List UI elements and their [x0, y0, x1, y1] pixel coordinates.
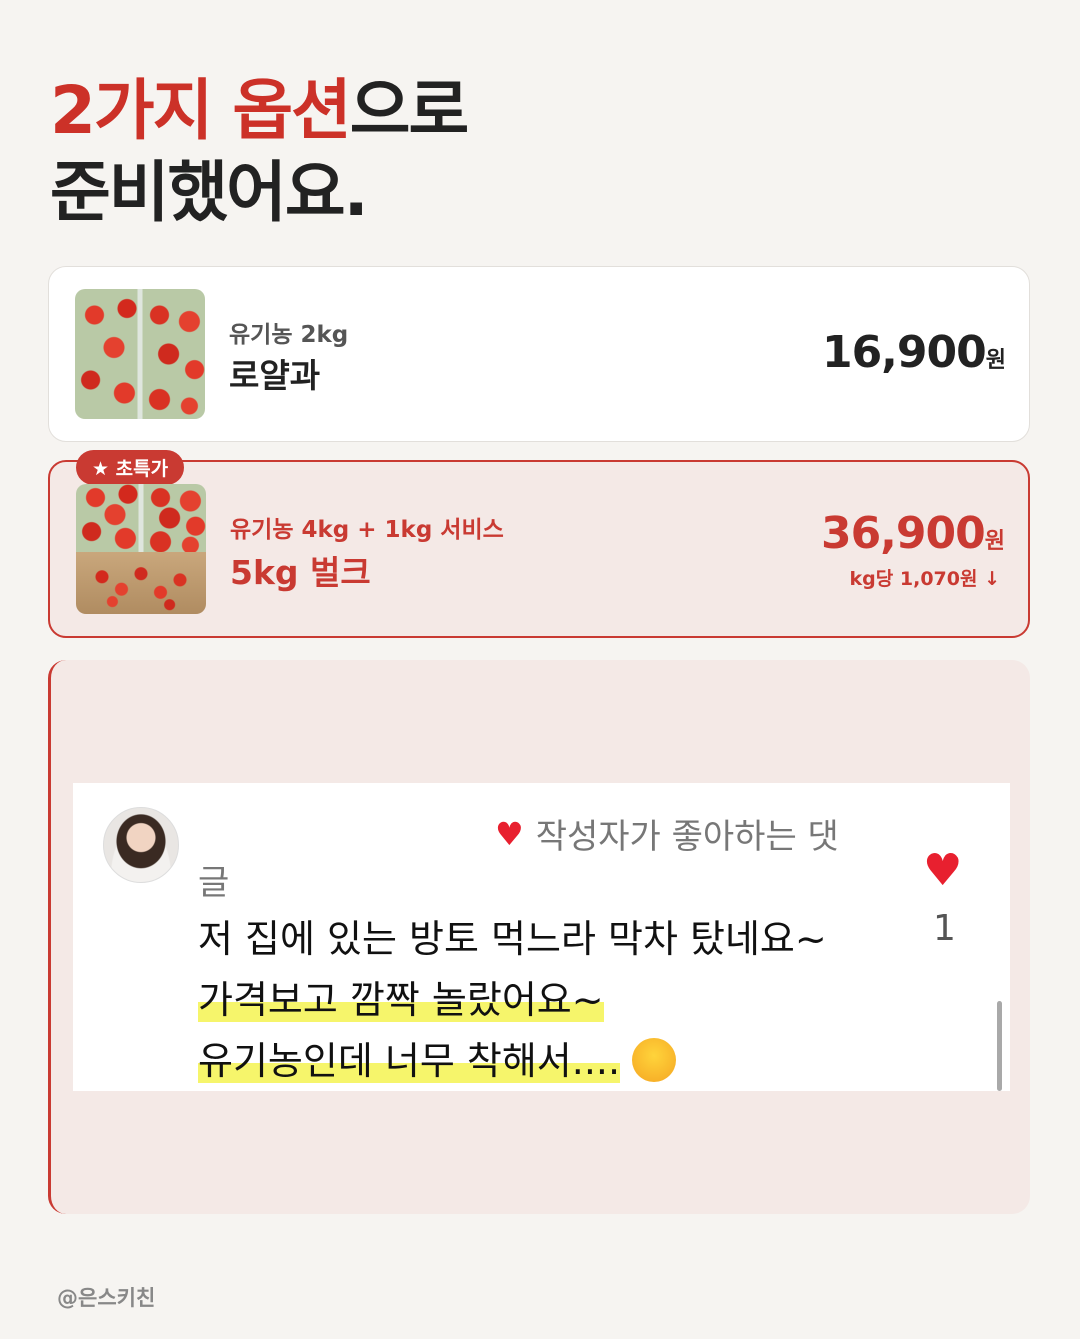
option-card-bulk[interactable]: ★ 초특가 유기농 4kg + 1kg 서비스 5kg 벌크 36,900원 k… — [48, 450, 1030, 638]
comment-line-1: 저 집에 있는 방토 먹느라 막차 탔네요~ — [198, 917, 827, 961]
option-name: 로얄과 — [229, 356, 321, 395]
price-value: 36,900 — [820, 508, 986, 559]
headline-line-1: 2가지 옵션으로 — [50, 70, 469, 152]
scrollbar[interactable] — [997, 1001, 1002, 1091]
price-value: 16,900 — [821, 327, 987, 378]
price-currency: 원 — [985, 348, 1006, 373]
avatar[interactable] — [103, 807, 179, 883]
heart-icon: ♥ — [495, 814, 524, 853]
headline-line-2: 준비했어요. — [50, 154, 369, 231]
comment-line-3: 유기농인데 너무 착해서.... — [198, 1031, 827, 1092]
option-card-royal[interactable]: 유기농 2kg 로얄과 16,900원 — [48, 266, 1030, 442]
heart-eyes-emoji — [632, 1037, 677, 1082]
highlighted-text: 유기농인데 너무 착해서.... — [198, 1039, 621, 1083]
liked-label-text: 작성자가 좋아하는 댓 — [535, 817, 839, 857]
option-sub-label: 유기농 4kg + 1kg 서비스 — [230, 517, 504, 543]
headline-highlight: 2가지 옵션 — [50, 72, 352, 149]
option-name: 5kg 벌크 — [230, 553, 371, 592]
option-price: 16,900원 — [821, 327, 1006, 378]
comment-body: 저 집에 있는 방토 먹느라 막차 탔네요~ 가격보고 깜짝 놀랐어요~ 유기농… — [198, 909, 827, 1092]
special-price-badge: ★ 초특가 — [76, 450, 185, 485]
liked-label-continuation: 글 — [198, 863, 230, 903]
headline-suffix: 으로 — [349, 72, 469, 149]
product-image-bulk — [76, 484, 206, 614]
option-price: 36,900원 — [820, 508, 1005, 559]
headline: 2가지 옵션으로 준비했어요. — [50, 70, 469, 234]
creator-liked-label: ♥ 작성자가 좋아하는 댓 — [495, 809, 839, 858]
footer-handle: @은스키친 — [57, 1286, 156, 1310]
like-heart-icon[interactable]: ♥ — [923, 845, 962, 896]
per-kg-price: kg당 1,070원 ↓ — [849, 568, 1000, 590]
price-currency: 원 — [984, 529, 1005, 554]
comment-line-2: 가격보고 깜짝 놀랐어요~ — [198, 970, 827, 1031]
product-image-royal — [75, 289, 205, 419]
option-sub-label: 유기농 2kg — [229, 322, 349, 348]
highlighted-text: 가격보고 깜짝 놀랐어요~ — [198, 978, 604, 1022]
like-count: 1 — [933, 908, 956, 949]
review-comment-screenshot: ♥ 작성자가 좋아하는 댓 글 저 집에 있는 방토 먹느라 막차 탔네요~ 가… — [73, 783, 1010, 1091]
